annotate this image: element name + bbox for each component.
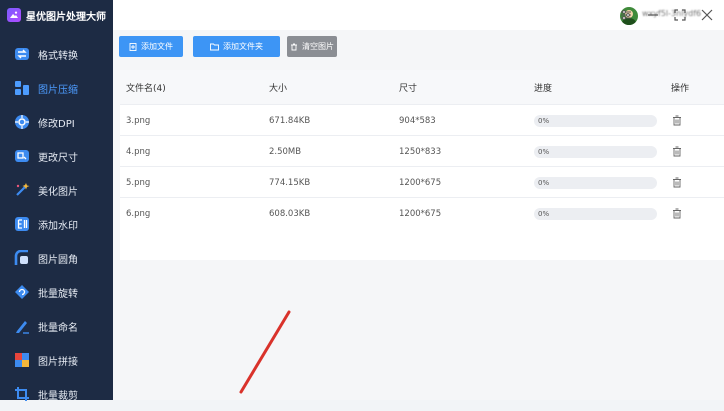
- annotation-arrow: [239, 310, 291, 394]
- sidebar-item-round-corner[interactable]: 图片圆角: [0, 241, 113, 275]
- sidebar-item-label: 美化图片: [38, 186, 78, 198]
- progress-bar: 0%: [534, 115, 657, 127]
- rename-icon: [14, 318, 30, 334]
- progress-text: 0%: [538, 179, 550, 187]
- add-folder-label: 添加文件夹: [223, 42, 263, 51]
- progress-bar: 0%: [534, 146, 657, 158]
- sidebar-item-dpi[interactable]: 修改DPI: [0, 105, 113, 139]
- add-file-icon: [129, 42, 137, 51]
- sidebar-item-rotate[interactable]: 批量旋转: [0, 275, 113, 309]
- header-progress: 进度: [534, 84, 553, 94]
- maximize-icon[interactable]: [673, 8, 687, 22]
- app-logo-icon: [7, 8, 21, 22]
- watermark-icon: [14, 216, 30, 232]
- sidebar-item-label: 图片拼接: [38, 356, 78, 368]
- table-row: 4.png 2.50MB 1250*833 0%: [120, 135, 724, 167]
- file-dimensions: 904*583: [399, 116, 436, 126]
- delete-icon[interactable]: [671, 207, 683, 220]
- sidebar-item-format-convert[interactable]: 格式转换: [0, 37, 113, 71]
- file-dimensions: 1200*675: [399, 209, 442, 219]
- app-brand: 星优图片处理大师: [0, 0, 113, 30]
- progress-text: 0%: [538, 148, 550, 156]
- progress-bar: 0%: [534, 177, 657, 189]
- sidebar-item-label: 图片圆角: [38, 254, 78, 266]
- table-row: 3.png 671.84KB 904*583 0%: [120, 104, 724, 136]
- close-icon[interactable]: [700, 8, 714, 22]
- sidebar-item-beautify[interactable]: 美化图片: [0, 173, 113, 207]
- add-file-label: 添加文件: [141, 42, 173, 51]
- add-folder-button[interactable]: 添加文件夹: [193, 36, 280, 57]
- sidebar-item-label: 图片压缩: [38, 84, 78, 96]
- trash-icon: [290, 43, 298, 51]
- sidebar-item-label: 修改DPI: [38, 118, 75, 130]
- sidebar-item-resize[interactable]: 更改尺寸: [0, 139, 113, 173]
- progress-text: 0%: [538, 117, 550, 125]
- sidebar-item-stitch[interactable]: 图片拼接: [0, 343, 113, 377]
- round-corner-icon: [14, 250, 30, 266]
- file-name: 3.png: [126, 116, 151, 126]
- settings-icon[interactable]: [619, 8, 633, 22]
- table-header: 文件名(4) 大小 尺寸 进度 操作: [120, 70, 724, 104]
- sidebar-item-label: 批量裁剪: [38, 390, 78, 402]
- delete-icon[interactable]: [671, 145, 683, 158]
- sidebar-item-image-compress[interactable]: 图片压缩: [0, 71, 113, 105]
- file-size: 671.84KB: [269, 116, 311, 126]
- delete-icon[interactable]: [671, 114, 683, 127]
- clear-images-label: 清空图片: [302, 42, 334, 51]
- rotate-icon: [14, 284, 30, 300]
- resize-icon: [14, 148, 30, 164]
- stitch-icon: [14, 352, 30, 368]
- format-convert-icon: [14, 46, 30, 62]
- main-panel: 添加文件 添加文件夹 清空图片 文件名(4) 大小 尺寸 进度 操作 3.png…: [113, 30, 724, 400]
- file-table: 文件名(4) 大小 尺寸 进度 操作 3.png 671.84KB 904*58…: [120, 70, 724, 260]
- sidebar: 星优图片处理大师 格式转换 图片压缩 修改DPI 更改尺寸 美化图片 添加水印 …: [0, 0, 113, 402]
- sidebar-item-label: 添加水印: [38, 220, 78, 232]
- dpi-icon: [14, 114, 30, 130]
- beautify-icon: [14, 182, 30, 198]
- sidebar-item-label: 批量旋转: [38, 288, 78, 300]
- file-size: 2.50MB: [269, 147, 302, 157]
- folder-icon: [210, 43, 219, 51]
- file-name: 5.png: [126, 178, 151, 188]
- minimize-icon[interactable]: [646, 8, 660, 22]
- table-row: 5.png 774.15KB 1200*675 0%: [120, 166, 724, 198]
- clear-images-button[interactable]: 清空图片: [287, 36, 337, 57]
- progress-bar: 0%: [534, 208, 657, 220]
- image-compress-icon: [14, 80, 30, 96]
- sidebar-item-crop[interactable]: 批量裁剪: [0, 377, 113, 411]
- header-name: 文件名(4): [126, 84, 166, 94]
- app-title: 星优图片处理大师: [26, 11, 106, 23]
- sidebar-nav: 格式转换 图片压缩 修改DPI 更改尺寸 美化图片 添加水印 图片圆角 批量旋转…: [0, 37, 113, 411]
- sidebar-item-label: 批量命名: [38, 322, 78, 334]
- sidebar-item-label: 更改尺寸: [38, 152, 78, 164]
- table-row: 6.png 608.03KB 1200*675 0%: [120, 197, 724, 229]
- progress-text: 0%: [538, 210, 550, 218]
- delete-icon[interactable]: [671, 176, 683, 189]
- file-dimensions: 1200*675: [399, 178, 442, 188]
- sidebar-item-rename[interactable]: 批量命名: [0, 309, 113, 343]
- file-name: 6.png: [126, 209, 151, 219]
- header-actions: 操作: [671, 84, 690, 94]
- add-file-button[interactable]: 添加文件: [119, 36, 183, 57]
- file-size: 774.15KB: [269, 178, 311, 188]
- sidebar-item-label: 格式转换: [38, 50, 78, 62]
- header-size: 大小: [269, 84, 288, 94]
- file-size: 608.03KB: [269, 209, 311, 219]
- sidebar-item-watermark[interactable]: 添加水印: [0, 207, 113, 241]
- file-dimensions: 1250*833: [399, 147, 442, 157]
- title-bar: wxyf5l-3nlydf6: [113, 0, 724, 30]
- header-dimensions: 尺寸: [399, 84, 418, 94]
- file-name: 4.png: [126, 147, 151, 157]
